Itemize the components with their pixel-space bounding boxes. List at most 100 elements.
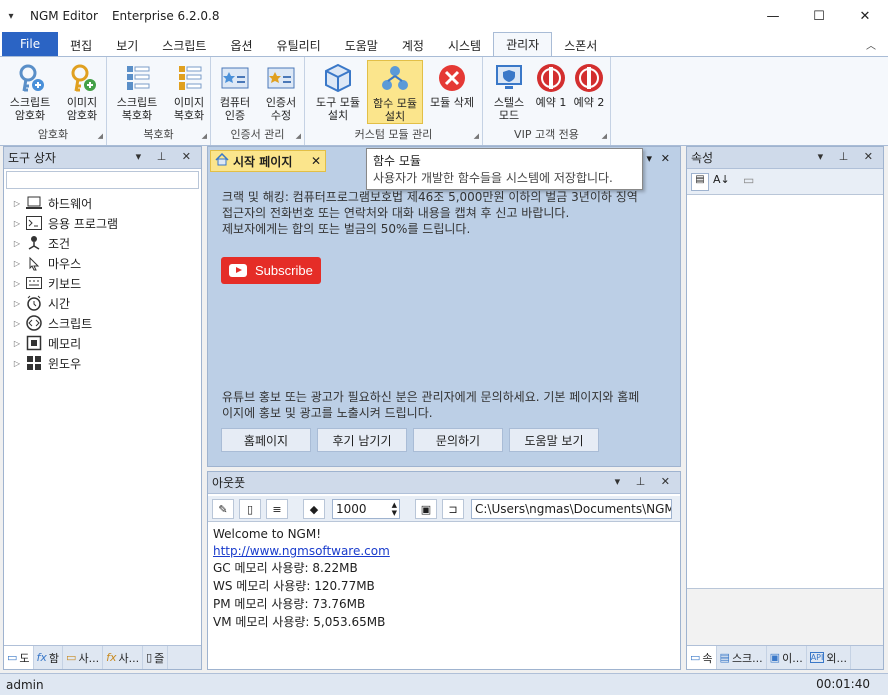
encrypt-script-button[interactable]: 스크립트 암호화 [4, 60, 56, 124]
clear-output-button[interactable]: ◆ [303, 499, 325, 519]
toolbox-search-input[interactable] [6, 171, 199, 189]
close-tab-icon[interactable]: ✕ [311, 154, 321, 168]
menu-sponsor[interactable]: 스폰서 [552, 34, 609, 56]
system-menu-icon[interactable]: ▾ [0, 11, 22, 22]
expand-icon[interactable]: ▷ [10, 259, 24, 268]
property-pages-icon[interactable]: ▭ [743, 173, 754, 187]
warning-line-1: 크랙 및 해킹: 컴퓨터프로그램보호법 제46조 5,000만원 이하의 벌금 … [222, 190, 638, 204]
tree-item-condition[interactable]: ▷ 조건 [4, 233, 199, 253]
minimize-button[interactable]: — [750, 0, 796, 32]
install-tool-module-button[interactable]: 도구 모듈 설치 [309, 60, 367, 124]
expand-icon[interactable]: ▷ [10, 199, 24, 208]
menu-system[interactable]: 시스템 [436, 34, 493, 56]
delete-module-label: 모듈 삭제 [430, 96, 474, 109]
output-line: PM 메모리 사용량: 73.76MB [213, 597, 366, 611]
tab-favorites[interactable]: ▯ 즐 [143, 646, 169, 669]
delete-module-button[interactable]: 모듈 삭제 [423, 60, 481, 124]
tree-item-hardware[interactable]: ▷ 하드웨어 [4, 193, 199, 213]
memory-icon [26, 335, 42, 351]
menu-lines-button[interactable]: ≡ [266, 499, 288, 519]
expand-icon[interactable]: ▷ [10, 239, 24, 248]
close-button[interactable]: ✕ [842, 0, 888, 32]
homepage-button[interactable]: 홈페이지 [221, 428, 311, 452]
help-button[interactable]: 도움말 보기 [509, 428, 599, 452]
expand-icon[interactable]: ▷ [10, 339, 24, 348]
tree-item-label: 마우스 [48, 256, 82, 271]
tab-functions[interactable]: fx 함 [34, 646, 64, 669]
maximize-button[interactable]: ☐ [796, 0, 842, 32]
tree-item-memory[interactable]: ▷ 메모리 [4, 333, 199, 353]
menu-script[interactable]: 스크립트 [150, 34, 218, 56]
open-folder-button[interactable]: ⊐ [442, 499, 464, 519]
stealth-mode-button[interactable]: 스텔스 모드 [485, 60, 533, 124]
website-link[interactable]: http://www.ngmsoftware.com [213, 543, 390, 559]
menu-utility[interactable]: 유틸리티 [265, 34, 333, 56]
panel-controls[interactable]: ▾ ⊥ ✕ [136, 150, 197, 163]
panel-controls[interactable]: ▾ ⊥ ✕ [818, 150, 879, 163]
group-label-encrypt: 암호화 [37, 128, 69, 141]
expand-icon[interactable]: ▷ [10, 219, 24, 228]
dialog-launcher-icon[interactable]: ◢ [474, 132, 479, 140]
api-icon: API [809, 652, 825, 663]
dialog-launcher-icon[interactable]: ◢ [98, 132, 103, 140]
decrypt-script-button[interactable]: 스크립트 복호화 [111, 60, 163, 124]
tree-item-label: 메모리 [48, 336, 82, 351]
collapse-ribbon-icon[interactable]: ︿ [866, 37, 876, 52]
key-icon [14, 62, 46, 94]
document-area: 시작 페이지 ✕ ▾ ✕ 크랙 및 해킹: 컴퓨터프로그램보호법 제46조 5,… [207, 146, 681, 467]
reserve-1-button[interactable]: 예약 1 [531, 60, 571, 124]
output-toolbar: ✎ ▯ ≡ ◆ 1000 ▲ ▼ ▣ ⊐ C:\Users\ngmas\Docume… [208, 496, 680, 522]
tree-item-application[interactable]: ▷ 응용 프로그램 [4, 213, 199, 233]
encrypt-image-button[interactable]: 이미지 암호화 [56, 60, 108, 124]
expand-icon[interactable]: ▷ [10, 319, 24, 328]
menu-admin[interactable]: 관리자 [493, 32, 553, 56]
menu-edit[interactable]: 편집 [58, 34, 104, 56]
close-document-icon[interactable]: ✕ [661, 152, 670, 165]
reserve-2-button[interactable]: 예약 2 [569, 60, 609, 124]
tab-properties[interactable]: ▭ 속 [687, 646, 717, 669]
dialog-launcher-icon[interactable]: ◢ [296, 132, 301, 140]
youtube-subscribe-button[interactable]: Subscribe [221, 257, 321, 284]
decrypt-image-button[interactable]: 이미지 복호화 [163, 60, 215, 124]
expand-icon[interactable]: ▷ [10, 279, 24, 288]
tree-item-time[interactable]: ▷ 시간 [4, 293, 199, 313]
code-icon [26, 315, 42, 331]
menu-file[interactable]: File [2, 32, 59, 56]
tab-user-2[interactable]: fx 사... [103, 646, 144, 669]
install-function-module-button[interactable]: 함수 모듈 설치 [367, 60, 423, 124]
menu-help[interactable]: 도움말 [333, 34, 390, 56]
panel-controls[interactable]: ▾ ⊥ ✕ [615, 475, 676, 488]
tab-start-page[interactable]: 시작 페이지 ✕ [210, 150, 326, 172]
expand-icon[interactable]: ▷ [10, 299, 24, 308]
status-timer: 00:01:40 [816, 677, 870, 691]
tab-image[interactable]: ▣ 이... [767, 646, 807, 669]
tab-list-icon[interactable]: ▾ [646, 152, 652, 165]
edit-certificate-button[interactable]: 인증서 수정 [257, 60, 305, 124]
expand-icon[interactable]: ▷ [10, 359, 24, 368]
tree-item-script[interactable]: ▷ 스크립트 [4, 313, 199, 333]
tab-script[interactable]: ▤ 스크... [717, 646, 767, 669]
tab-external[interactable]: API 외... [807, 646, 851, 669]
menu-view[interactable]: 보기 [104, 34, 150, 56]
clean-output-button[interactable]: ✎ [212, 499, 234, 519]
tree-item-mouse[interactable]: ▷ 마우스 [4, 253, 199, 273]
stepper-arrows-icon[interactable]: ▲ ▼ [392, 501, 397, 517]
dialog-launcher-icon[interactable]: ◢ [602, 132, 607, 140]
sort-az-icon[interactable]: A↓ [713, 173, 730, 186]
inquiry-button[interactable]: 문의하기 [413, 428, 503, 452]
line-count-stepper[interactable]: 1000 ▲ ▼ [332, 499, 400, 519]
edit-certificate-label: 인증서 수정 [265, 96, 297, 122]
menu-options[interactable]: 옵션 [218, 34, 264, 56]
tree-item-keyboard[interactable]: ▷ 키보드 [4, 273, 199, 293]
dialog-launcher-icon[interactable]: ◢ [202, 132, 207, 140]
log-path-input[interactable]: C:\Users\ngmas\Documents\NGM6\ [471, 499, 672, 519]
computer-auth-button[interactable]: 컴퓨터 인증 [211, 60, 259, 124]
tab-user-1[interactable]: ▭ 사... [63, 646, 104, 669]
categorized-icon[interactable]: ▤ [691, 173, 709, 191]
new-log-button[interactable]: ▯ [239, 499, 261, 519]
tree-item-window[interactable]: ▷ 윈도우 [4, 353, 199, 373]
tab-toolbox[interactable]: ▭ 도 [4, 646, 34, 669]
save-log-button[interactable]: ▣ [415, 499, 437, 519]
menu-account[interactable]: 계정 [390, 34, 436, 56]
review-button[interactable]: 후기 남기기 [317, 428, 407, 452]
